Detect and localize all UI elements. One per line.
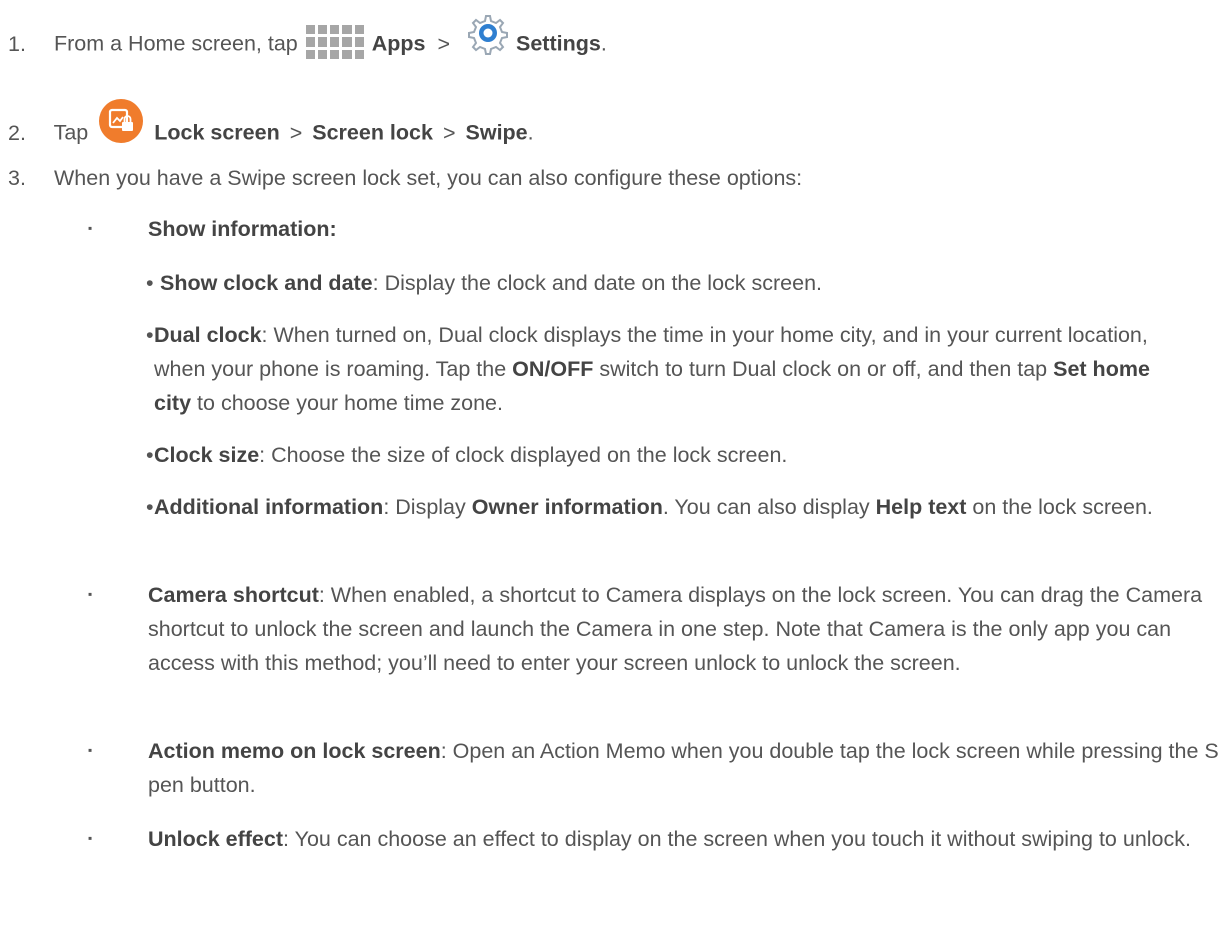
owner-information-label: Owner information <box>471 495 663 519</box>
sub-option-additional-information: • Additional information: Display Owner … <box>146 490 1179 524</box>
option-text: : Display <box>383 495 472 519</box>
option-title: Dual clock <box>154 323 262 347</box>
square-bullet: ▪ <box>88 831 93 845</box>
apps-grid-icon <box>305 11 364 59</box>
square-bullet: ▪ <box>88 587 93 601</box>
option-show-information: ▪ Show information: <box>88 212 1219 246</box>
settings-gear-icon <box>462 12 510 62</box>
separator: > <box>437 31 451 56</box>
option-title: Show information: <box>148 217 337 241</box>
option-text: on the lock screen. <box>966 495 1153 519</box>
step-3: 3. When you have a Swipe screen lock set… <box>0 166 802 191</box>
option-title: Action memo on lock screen <box>148 739 441 763</box>
lock-screen-icon <box>98 98 144 150</box>
help-text-label: Help text <box>875 495 967 519</box>
option-title: Unlock effect <box>148 827 284 851</box>
option-text: to choose your home time zone. <box>191 391 503 415</box>
step-text: Tap <box>53 120 89 145</box>
sub-option-dual-clock: • Dual clock: When turned on, Dual clock… <box>146 318 1179 420</box>
step-number: 1. <box>8 31 26 56</box>
separator: > <box>289 120 303 145</box>
dot-bullet: • <box>146 271 154 295</box>
square-bullet: ▪ <box>88 221 93 235</box>
dot-bullet: • <box>146 323 154 347</box>
step-number: 3. <box>8 166 26 190</box>
apps-label: Apps <box>371 31 426 56</box>
swipe-label: Swipe <box>465 120 528 145</box>
option-action-memo: ▪ Action memo on lock screen: Open an Ac… <box>88 734 1219 802</box>
option-camera-shortcut: ▪ Camera shortcut: When enabled, a short… <box>88 578 1219 680</box>
option-title: Show clock and date <box>159 271 373 295</box>
sub-option-show-clock-and-date: • Show clock and date: Display the clock… <box>146 266 1179 300</box>
period: . <box>527 120 534 145</box>
option-title: Additional information <box>154 495 384 519</box>
step-text: When you have a Swipe screen lock set, y… <box>53 166 803 190</box>
screen-lock-label: Screen lock <box>312 120 433 145</box>
sub-option-clock-size: • Clock size: Choose the size of clock d… <box>146 438 1179 472</box>
option-title: Clock size <box>154 443 260 467</box>
square-bullet: ▪ <box>88 743 93 757</box>
option-text: switch to turn Dual clock on or off, and… <box>593 357 1054 381</box>
option-text: : You can choose an effect to display on… <box>283 827 1191 851</box>
dot-bullet: • <box>146 495 154 519</box>
lock-screen-label: Lock screen <box>154 120 280 145</box>
settings-label: Settings <box>515 31 601 56</box>
dot-bullet: • <box>146 443 154 467</box>
step-number: 2. <box>8 120 26 145</box>
option-text: : Choose the size of clock displayed on … <box>259 443 788 467</box>
step-2: 2. Tap Lock screen > Screen lock > Swipe… <box>0 99 534 160</box>
step-1: 1. From a Home screen, tap Apps > Settin… <box>0 15 607 70</box>
separator: > <box>442 120 456 145</box>
option-title: Camera shortcut <box>148 583 319 607</box>
option-text: . You can also display <box>662 495 876 519</box>
option-text: : Display the clock and date on the lock… <box>372 271 823 295</box>
step-text: From a Home screen, tap <box>53 31 298 56</box>
on-off-label: ON/OFF <box>512 357 594 381</box>
option-unlock-effect: ▪ Unlock effect: You can choose an effec… <box>88 822 1219 856</box>
period: . <box>600 31 607 56</box>
